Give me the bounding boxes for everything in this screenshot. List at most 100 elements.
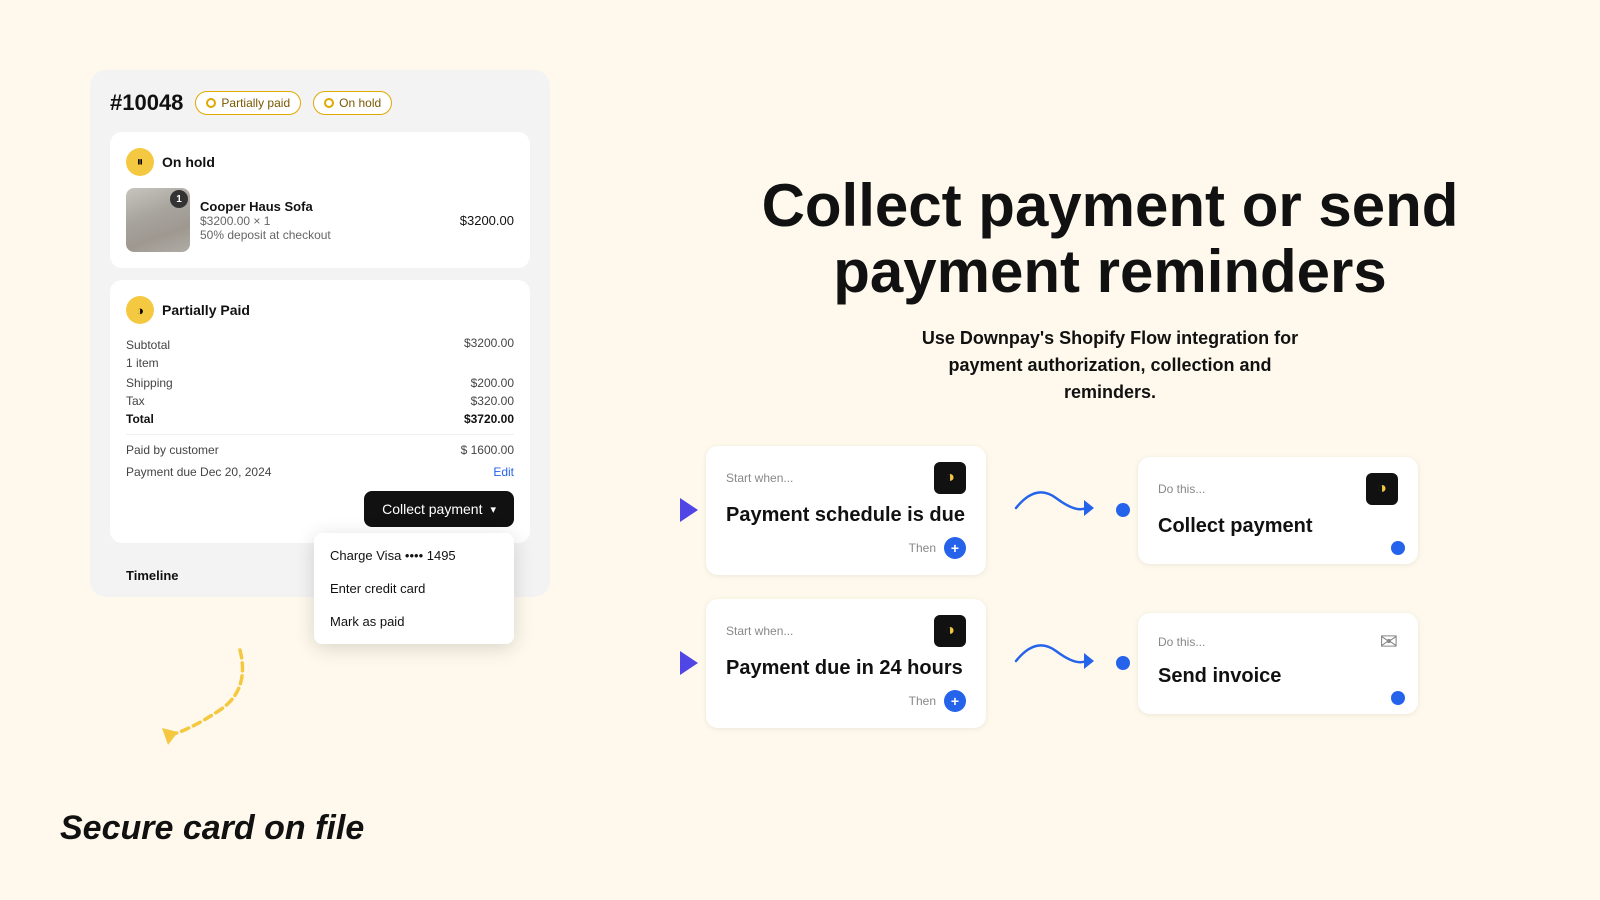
badge-dot bbox=[206, 98, 216, 108]
on-hold-title-row: ⏸ On hold bbox=[126, 148, 514, 176]
paid-label: Paid by customer bbox=[126, 443, 219, 457]
paid-row: Paid by customer $ 1600.00 bbox=[126, 443, 514, 457]
do-this-dot-2 bbox=[1116, 656, 1130, 670]
dashed-arrow-container bbox=[120, 640, 280, 755]
action-card-2-container: Do this... ✉ Send invoice bbox=[1116, 613, 1418, 714]
total-label: Total bbox=[126, 412, 154, 426]
on-hold-title: On hold bbox=[162, 154, 215, 170]
start-card-2-container: Start when... ◑ Payment due in 24 hours … bbox=[680, 599, 986, 728]
flow-diagrams: Start when... ◑ Payment schedule is due … bbox=[680, 446, 1540, 728]
product-info: Cooper Haus Sofa $3200.00 × 1 50% deposi… bbox=[200, 199, 450, 242]
flow-action-card-2: Do this... ✉ Send invoice bbox=[1138, 613, 1418, 714]
total-value: $3720.00 bbox=[464, 412, 514, 426]
subheadline: Use Downpay's Shopify Flow integration f… bbox=[680, 325, 1540, 406]
flow-start-card-1: Start when... ◑ Payment schedule is due … bbox=[706, 446, 986, 575]
shipping-row: Shipping $200.00 bbox=[126, 376, 514, 390]
total-row: Total $3720.00 bbox=[126, 412, 514, 426]
product-deposit: 50% deposit at checkout bbox=[200, 228, 450, 242]
start-when-label-1: Start when... bbox=[726, 471, 793, 485]
email-icon: ✉ bbox=[1380, 629, 1398, 655]
order-header: #10048 Partially paid On hold bbox=[110, 90, 530, 116]
flow-arrow-1 bbox=[1006, 478, 1096, 543]
flow-row-2: Start when... ◑ Payment due in 24 hours … bbox=[680, 599, 1540, 728]
flow-title-1: Payment schedule is due bbox=[726, 504, 966, 527]
start-card-1-container: Start when... ◑ Payment schedule is due … bbox=[680, 446, 986, 575]
edit-link[interactable]: Edit bbox=[493, 465, 514, 479]
on-hold-icon: ⏸ bbox=[126, 148, 154, 176]
then-label-2: Then bbox=[909, 694, 936, 708]
badge-dot-2 bbox=[324, 98, 334, 108]
product-price: $3200.00 bbox=[460, 213, 514, 228]
partially-paid-icon: ◑ bbox=[126, 296, 154, 324]
product-name: Cooper Haus Sofa bbox=[200, 199, 450, 214]
subtotal-sub: 1 item bbox=[126, 356, 159, 370]
partially-paid-title: Partially Paid bbox=[162, 302, 250, 318]
tax-value: $320.00 bbox=[471, 394, 514, 408]
downpay-icon-1: ◑ bbox=[934, 462, 966, 494]
main-headline: Collect payment or send payment reminder… bbox=[680, 173, 1540, 305]
payment-due-text: Payment due Dec 20, 2024 bbox=[126, 465, 271, 479]
flow-action-top-1: Do this... ◑ bbox=[1158, 473, 1398, 505]
flow-action-top-2: Do this... ✉ bbox=[1158, 629, 1398, 655]
payment-due-row: Payment due Dec 20, 2024 Edit bbox=[126, 465, 514, 479]
blue-dot-2 bbox=[1391, 691, 1405, 705]
mark-as-paid-option[interactable]: Mark as paid bbox=[314, 605, 514, 638]
on-hold-badge-label: On hold bbox=[339, 96, 381, 110]
subtotal-row: Subtotal 1 item $3200.00 bbox=[126, 336, 514, 372]
shipping-value: $200.00 bbox=[471, 376, 514, 390]
product-qty-badge: 1 bbox=[170, 190, 188, 208]
start-when-label-2: Start when... bbox=[726, 624, 793, 638]
play-icon-1 bbox=[680, 498, 698, 522]
collect-payment-dropdown: Charge Visa •••• 1495 Enter credit card … bbox=[314, 533, 514, 644]
play-icon-2 bbox=[680, 651, 698, 675]
flow-row-1: Start when... ◑ Payment schedule is due … bbox=[680, 446, 1540, 575]
left-panel: #10048 Partially paid On hold ⏸ On hold … bbox=[0, 0, 640, 900]
tax-label: Tax bbox=[126, 394, 145, 408]
flow-card-bottom-1: Then + bbox=[726, 537, 966, 559]
flow-title-2: Payment due in 24 hours bbox=[726, 657, 966, 680]
flow-start-card-2: Start when... ◑ Payment due in 24 hours … bbox=[706, 599, 986, 728]
action-icon-symbol-1: ◑ bbox=[1377, 480, 1387, 498]
flow-arrow-2 bbox=[1006, 631, 1096, 696]
enter-credit-card-option[interactable]: Enter credit card bbox=[314, 572, 514, 605]
order-number: #10048 bbox=[110, 90, 183, 116]
charge-visa-option[interactable]: Charge Visa •••• 1495 bbox=[314, 539, 514, 572]
secure-card-label: Secure card on file bbox=[60, 809, 364, 848]
downpay-icon-symbol-2: ◑ bbox=[945, 622, 955, 640]
plus-circle-2[interactable]: + bbox=[944, 690, 966, 712]
downpay-icon-symbol-1: ◑ bbox=[945, 469, 955, 487]
on-hold-section: ⏸ On hold 1 Cooper Haus Sofa $3200.00 × … bbox=[110, 132, 530, 268]
do-this-label-2: Do this... bbox=[1158, 635, 1205, 649]
partially-paid-badge: Partially paid bbox=[195, 91, 301, 115]
blue-dot-1 bbox=[1391, 541, 1405, 555]
flow-card-bottom-2: Then + bbox=[726, 690, 966, 712]
flow-action-title-2: Send invoice bbox=[1158, 665, 1398, 688]
collect-payment-button[interactable]: Collect payment ▾ bbox=[364, 491, 514, 527]
divider bbox=[126, 434, 514, 435]
downpay-action-icon-1: ◑ bbox=[1366, 473, 1398, 505]
paid-value: $ 1600.00 bbox=[461, 443, 514, 457]
chevron-down-icon: ▾ bbox=[490, 503, 496, 516]
right-panel: Collect payment or send payment reminder… bbox=[640, 0, 1600, 900]
order-card: #10048 Partially paid On hold ⏸ On hold … bbox=[90, 70, 550, 597]
secure-card-text: Secure card on file bbox=[60, 809, 364, 847]
then-label-1: Then bbox=[909, 541, 936, 555]
partially-paid-title-row: ◑ Partially Paid bbox=[126, 296, 514, 324]
product-row: 1 Cooper Haus Sofa $3200.00 × 1 50% depo… bbox=[126, 188, 514, 252]
plus-circle-1[interactable]: + bbox=[944, 537, 966, 559]
curved-arrow-svg-1 bbox=[1006, 478, 1096, 538]
collect-btn-row: Collect payment ▾ Charge Visa •••• 1495 … bbox=[126, 491, 514, 527]
partially-paid-section: ◑ Partially Paid Subtotal 1 item $3200.0… bbox=[110, 280, 530, 543]
flow-action-card-1: Do this... ◑ Collect payment bbox=[1138, 457, 1418, 564]
subtotal-label: Subtotal bbox=[126, 338, 170, 352]
flow-card-top-2: Start when... ◑ bbox=[726, 615, 966, 647]
partially-paid-badge-label: Partially paid bbox=[221, 96, 290, 110]
shipping-label: Shipping bbox=[126, 376, 173, 390]
flow-card-top-1: Start when... ◑ bbox=[726, 462, 966, 494]
product-price-detail: $3200.00 × 1 bbox=[200, 214, 450, 228]
curved-arrow-svg-2 bbox=[1006, 631, 1096, 691]
collect-payment-label: Collect payment bbox=[382, 501, 482, 517]
dashed-arrow-svg bbox=[120, 640, 280, 750]
timeline-title: Timeline bbox=[126, 568, 179, 583]
do-this-dot-1 bbox=[1116, 503, 1130, 517]
